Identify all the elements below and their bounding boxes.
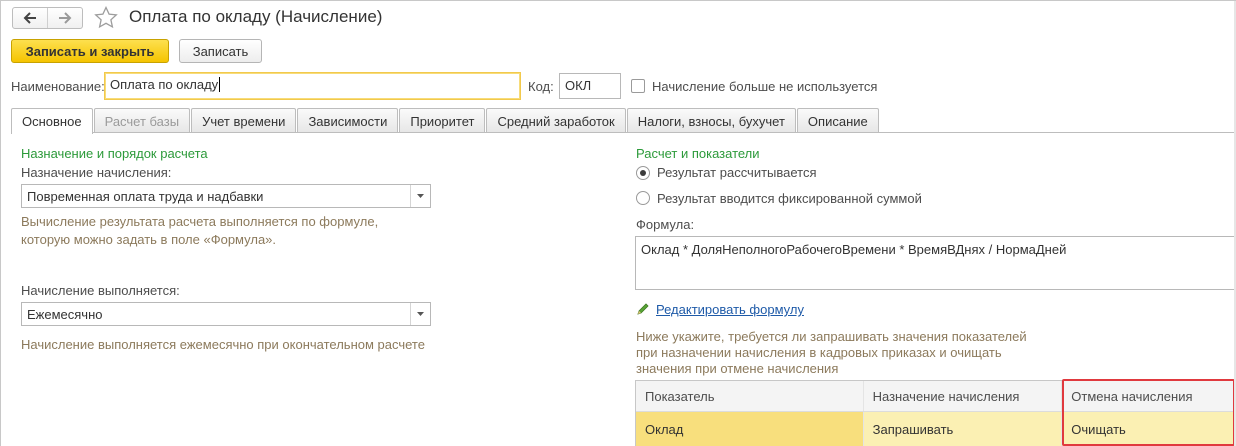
save-and-close-button[interactable]: Записать и закрыть	[11, 39, 169, 63]
radio-fixed-label: Результат вводится фиксированной суммой	[657, 191, 922, 206]
tab-divider	[11, 132, 1236, 133]
indicators-table: Показатель Назначение начисления Отмена …	[635, 380, 1236, 446]
nav-buttons	[12, 7, 83, 29]
column-header-indicator[interactable]: Показатель	[636, 381, 864, 411]
name-label: Наименование:	[11, 79, 105, 94]
radio-fixed[interactable]	[636, 191, 650, 205]
tab-taxes[interactable]: Налоги, взносы, бухучет	[626, 108, 796, 133]
star-icon[interactable]	[94, 6, 118, 29]
radio-calculated-label: Результат рассчитывается	[657, 165, 817, 180]
cell-cancellation[interactable]: Очищать	[1062, 412, 1236, 446]
text-cursor	[219, 77, 221, 92]
page-title: Оплата по окладу (Начисление)	[129, 7, 383, 26]
code-field[interactable]: ОКЛ	[559, 73, 621, 99]
purpose-section-title: Назначение и порядок расчета	[21, 146, 208, 161]
name-field-value: Оплата по окладу	[110, 77, 219, 92]
edit-formula-link[interactable]: Редактировать формулу	[656, 302, 804, 317]
calculation-section-title: Расчет и показатели	[636, 146, 760, 161]
purpose-hint-line-2: которую можно задать в поле «Формула».	[21, 232, 277, 247]
not-used-checkbox[interactable]	[631, 79, 645, 93]
column-header-assignment[interactable]: Назначение начисления	[864, 381, 1063, 411]
column-header-cancellation[interactable]: Отмена начисления	[1062, 381, 1236, 411]
tab-dependencies[interactable]: Зависимости	[297, 108, 399, 133]
tab-average-earnings[interactable]: Средний заработок	[486, 108, 626, 133]
frequency-hint: Начисление выполняется ежемесячно при ок…	[21, 337, 425, 352]
tab-time-tracking[interactable]: Учет времени	[191, 108, 297, 133]
tab-main[interactable]: Основное	[11, 108, 93, 134]
indicators-hint-line-2: при назначении начисления в кадровых при…	[636, 345, 1002, 360]
tab-base-calculation[interactable]: Расчет базы	[93, 108, 191, 133]
frequency-select-value: Ежемесячно	[27, 307, 103, 322]
back-button[interactable]	[13, 8, 47, 28]
frequency-label: Начисление выполняется:	[21, 283, 180, 298]
table-header: Показатель Назначение начисления Отмена …	[636, 381, 1236, 412]
purpose-select[interactable]: Повременная оплата труда и надбавки	[21, 184, 431, 208]
indicators-hint-line-1: Ниже укажите, требуется ли запрашивать з…	[636, 329, 1027, 344]
pencil-icon	[637, 303, 649, 315]
arrow-left-icon	[23, 12, 36, 24]
frequency-select[interactable]: Ежемесячно	[21, 302, 431, 326]
tab-bar: Основное Расчет базы Учет времени Зависи…	[11, 108, 880, 134]
table-row[interactable]: Оклад Запрашивать Очищать	[636, 412, 1236, 446]
indicators-hint-line-3: значения при отмене начисления	[636, 361, 839, 376]
code-label: Код:	[528, 79, 554, 94]
tab-description[interactable]: Описание	[796, 108, 879, 133]
save-button[interactable]: Записать	[179, 39, 262, 63]
radio-calculated[interactable]	[636, 166, 650, 180]
forward-button[interactable]	[47, 8, 82, 28]
not-used-label: Начисление больше не используется	[652, 79, 878, 94]
purpose-label: Назначение начисления:	[21, 165, 172, 180]
chevron-down-icon	[417, 194, 424, 198]
formula-label: Формула:	[636, 217, 695, 232]
dropdown-arrow[interactable]	[410, 303, 430, 325]
cell-assignment[interactable]: Запрашивать	[864, 412, 1063, 446]
chevron-down-icon	[417, 312, 424, 316]
form-window: Оплата по окладу (Начисление) Записать и…	[0, 0, 1236, 446]
purpose-select-value: Повременная оплата труда и надбавки	[27, 189, 264, 204]
cell-indicator[interactable]: Оклад	[636, 412, 864, 446]
formula-field[interactable]: Оклад * ДоляНеполногоРабочегоВремени * В…	[635, 236, 1236, 290]
tab-priority[interactable]: Приоритет	[399, 108, 486, 133]
name-field[interactable]: Оплата по окладу	[104, 72, 521, 100]
dropdown-arrow[interactable]	[410, 185, 430, 207]
purpose-hint-line-1: Вычисление результата расчета выполняетс…	[21, 214, 379, 229]
arrow-right-icon	[59, 12, 72, 24]
